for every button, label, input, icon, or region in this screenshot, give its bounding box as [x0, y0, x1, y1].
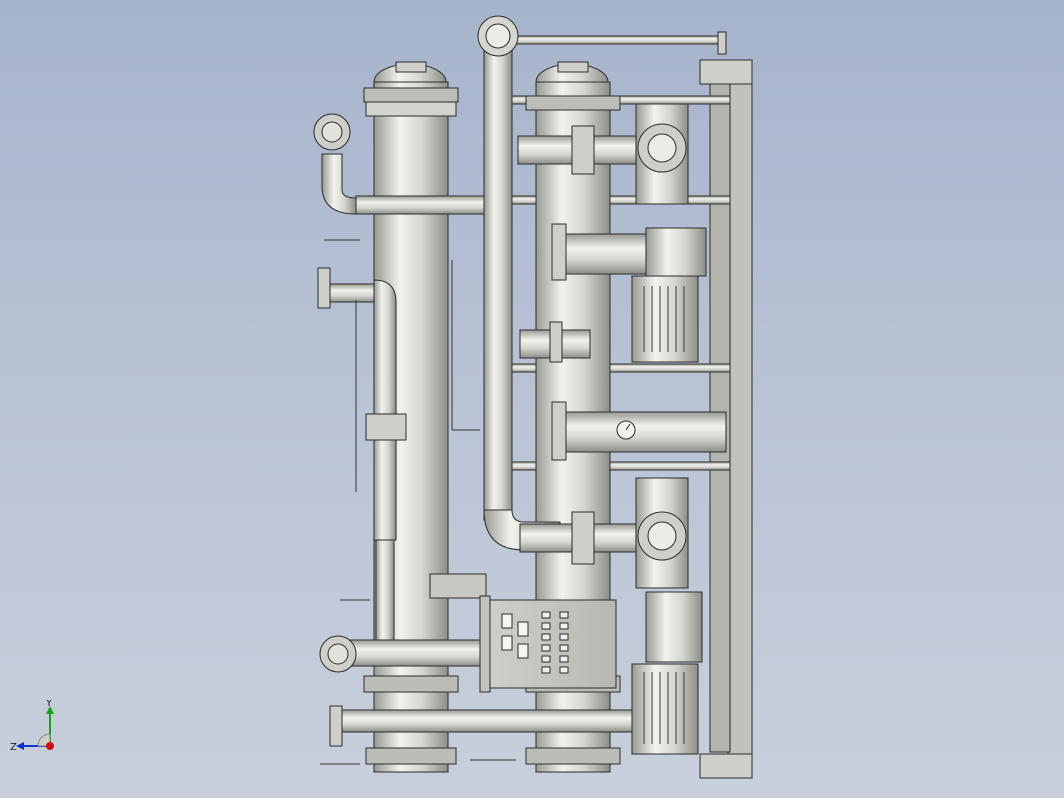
panel-switch: [559, 611, 569, 619]
z-axis-label: Z: [10, 742, 17, 753]
skid-assembly-model[interactable]: [0, 0, 1064, 798]
panel-switch: [541, 611, 551, 619]
panel-switch: [541, 633, 551, 641]
panel-indicator: [517, 621, 529, 637]
pump-motor-lower: [631, 663, 699, 755]
x-axis-dot: [46, 742, 54, 750]
cad-viewport[interactable]: Y Z: [0, 0, 1064, 798]
panel-switch: [559, 633, 569, 641]
pressure-gauge: [616, 420, 636, 440]
panel-switch: [541, 655, 551, 663]
panel-switch: [559, 666, 569, 674]
panel-indicator: [501, 635, 513, 651]
panel-indicator: [501, 613, 513, 629]
panel-switch: [559, 622, 569, 630]
panel-switch: [559, 655, 569, 663]
panel-switch: [541, 666, 551, 674]
pump-motor-upper: [631, 275, 699, 363]
panel-switch: [559, 644, 569, 652]
z-axis-arrow: [16, 742, 24, 750]
view-orientation-triad[interactable]: Y Z: [8, 700, 68, 760]
panel-switch: [541, 644, 551, 652]
panel-switch: [541, 622, 551, 630]
y-axis-label: Y: [45, 700, 53, 709]
panel-indicator: [517, 643, 529, 659]
control-panel: [479, 595, 617, 693]
